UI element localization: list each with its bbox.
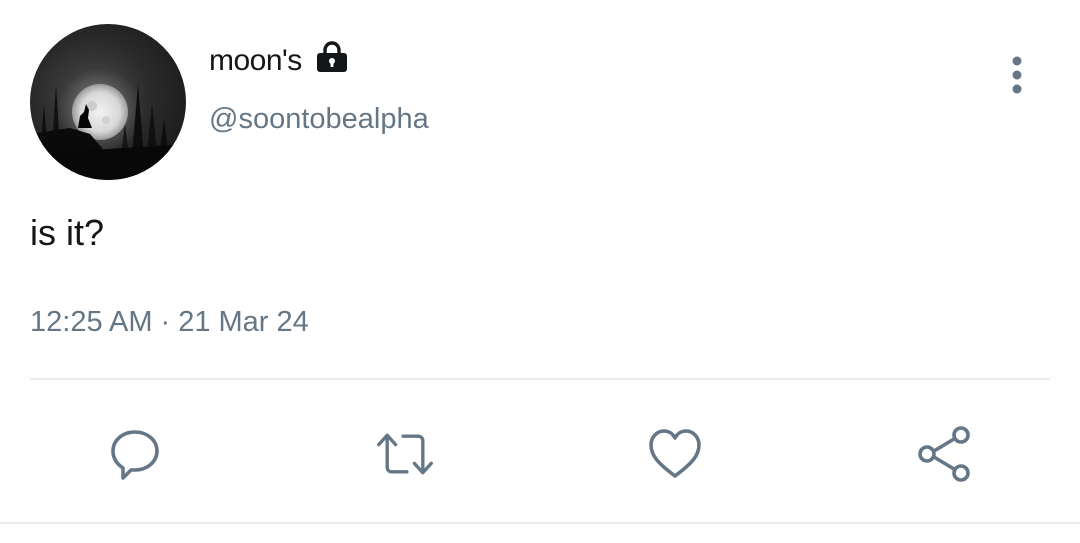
display-name[interactable]: moon's xyxy=(209,44,302,78)
meta-separator: · xyxy=(160,306,171,338)
tweet-time: 12:25 AM xyxy=(30,306,153,338)
lock-icon xyxy=(317,41,347,72)
heart-icon xyxy=(649,429,701,478)
retweet-button[interactable] xyxy=(375,424,435,484)
share-icon xyxy=(918,426,970,482)
tweet-timestamp[interactable]: 12:25 AM · 21 Mar 24 xyxy=(30,306,309,339)
divider xyxy=(30,378,1050,380)
share-button[interactable] xyxy=(915,424,975,484)
more-options-icon[interactable] xyxy=(1000,54,1034,96)
retweet-icon xyxy=(377,433,433,475)
avatar[interactable] xyxy=(30,24,186,180)
reply-icon xyxy=(111,430,159,480)
tweet-date: 21 Mar 24 xyxy=(178,306,309,338)
like-button[interactable] xyxy=(645,424,705,484)
user-handle[interactable]: @soontobealpha xyxy=(209,103,429,136)
action-bar xyxy=(0,424,1080,484)
avatar-image xyxy=(30,68,186,180)
tweet-text: is it? xyxy=(30,212,105,253)
reply-button[interactable] xyxy=(105,424,165,484)
bottom-divider xyxy=(0,522,1080,524)
